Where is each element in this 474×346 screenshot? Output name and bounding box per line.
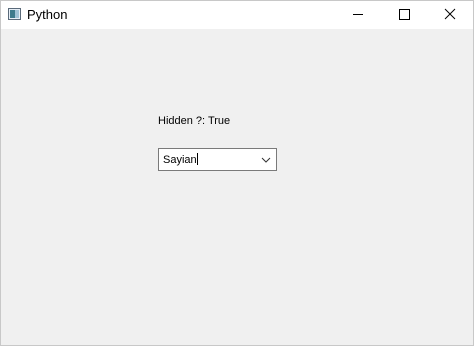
combo-value: Sayian <box>163 154 197 166</box>
close-icon <box>444 8 456 20</box>
window-title: Python <box>27 7 68 22</box>
hidden-status-label: Hidden ?: True <box>158 115 231 127</box>
client-area: Hidden ?: True Sayian <box>1 29 473 345</box>
maximize-icon <box>399 9 410 20</box>
minimize-icon <box>353 14 363 15</box>
title-bar[interactable]: Python <box>1 1 473 29</box>
combo-input[interactable]: Sayian <box>163 153 198 166</box>
app-window: Python Hidden ?: True Sayian <box>0 0 474 346</box>
maximize-button[interactable] <box>381 1 427 29</box>
close-button[interactable] <box>427 1 473 29</box>
editable-combo-box[interactable]: Sayian <box>158 148 277 171</box>
chevron-down-icon <box>261 157 271 163</box>
minimize-button[interactable] <box>335 1 381 29</box>
combo-dropdown-button[interactable] <box>259 152 273 167</box>
text-cursor <box>196 153 198 165</box>
app-icon <box>8 8 21 20</box>
